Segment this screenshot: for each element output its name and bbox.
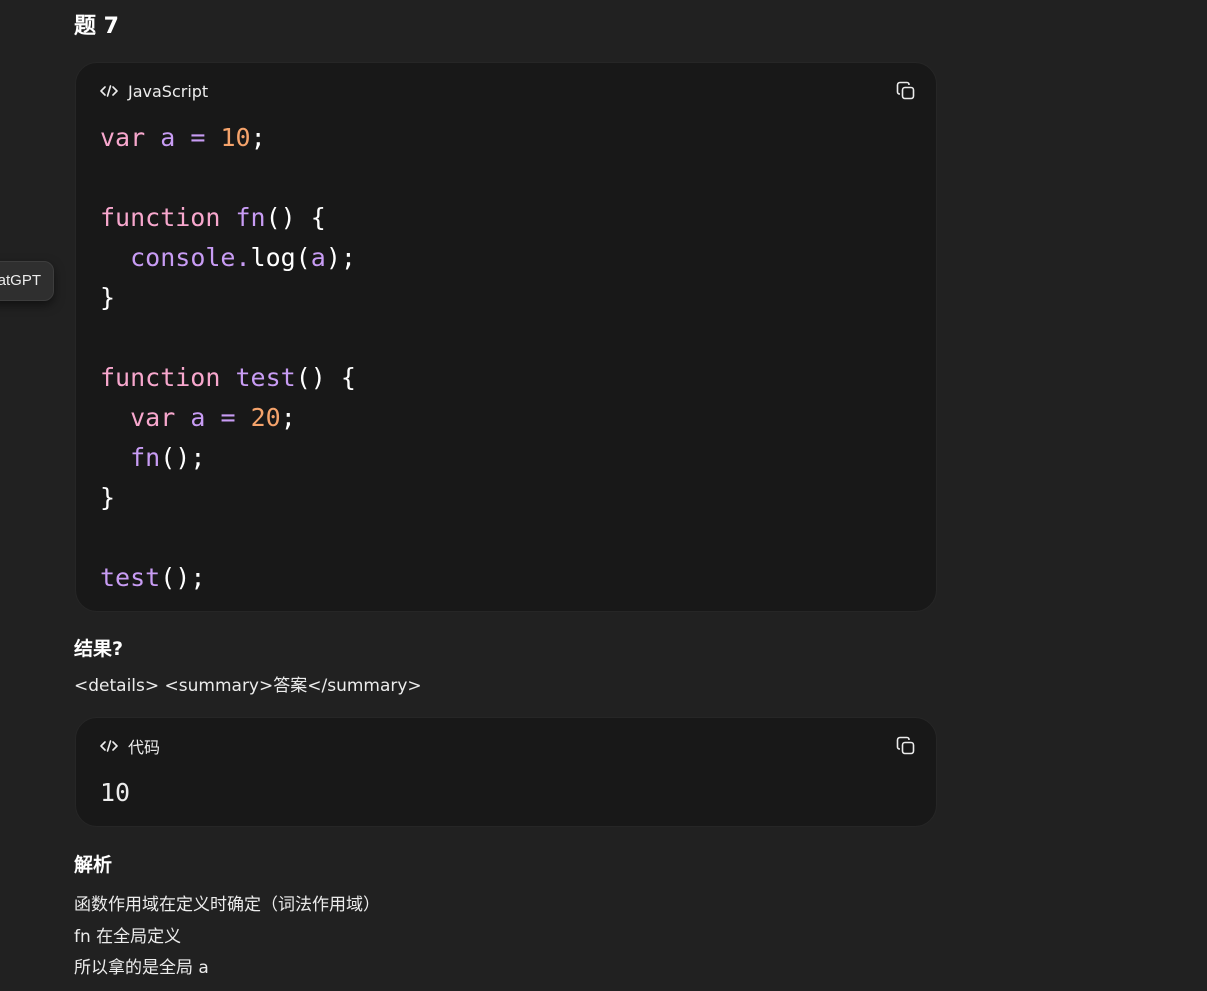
copy-icon (896, 81, 915, 100)
copy-answer-button[interactable] (894, 734, 918, 758)
code-token: a (160, 123, 176, 152)
copy-icon (896, 736, 915, 755)
code-token: } (100, 483, 116, 512)
code-token: var (130, 403, 176, 432)
code-block: JavaScript var a = 10; function fn() { co… (75, 62, 937, 612)
code-line: console.log(a); (100, 238, 356, 278)
page: 题 7 atGPT JavaScript var a = 10; function… (0, 0, 1207, 991)
code-token: log( (250, 243, 311, 272)
sidebar-tooltip: atGPT (0, 261, 54, 301)
code-token: a (190, 403, 206, 432)
result-label: 结果? (74, 638, 124, 660)
code-line: test(); (100, 558, 356, 598)
analysis-line: 所以拿的是全局 a (74, 958, 209, 978)
code-token: () { (295, 363, 356, 392)
code-token: 20 (250, 403, 281, 432)
code-line: var a = 20; (100, 398, 356, 438)
code-language-label: JavaScript (128, 81, 209, 101)
code-icon (100, 738, 120, 754)
code-token: = (220, 403, 236, 432)
code-token: ; (280, 403, 296, 432)
code-token: ; (250, 123, 266, 152)
code-token: test (235, 363, 296, 392)
code-line: function fn() { (100, 198, 356, 238)
code-line: } (100, 278, 356, 318)
code-token: function (100, 203, 221, 232)
analysis-line: fn 在全局定义 (74, 927, 182, 947)
code-token: ); (325, 243, 356, 272)
code-line: var a = 10; (100, 118, 356, 158)
answer-language-label: 代码 (128, 738, 161, 757)
code-token: (); (160, 443, 206, 472)
code-token: } (100, 283, 116, 312)
analysis-line: 函数作用域在定义时确定（词法作用域） (74, 895, 380, 915)
analysis-label: 解析 (74, 854, 113, 876)
question-title: 题 7 (74, 14, 119, 39)
code-line: } (100, 478, 356, 518)
code-token: 10 (220, 123, 251, 152)
code-token: var (100, 123, 146, 152)
answer-output: 10 (100, 778, 131, 807)
answer-code-block: 代码 10 (75, 717, 937, 827)
code-line: function test() { (100, 358, 356, 398)
details-text: <details> <summary>答案</summary> (74, 676, 422, 696)
copy-code-button[interactable] (894, 79, 918, 103)
code-token: fn (130, 443, 161, 472)
code-block-header: JavaScript (100, 79, 918, 103)
code-token: () { (265, 203, 326, 232)
code-token: console. (130, 243, 251, 272)
answer-block-header: 代码 (100, 734, 918, 758)
code-token: = (190, 123, 206, 152)
code-token: (); (160, 563, 206, 592)
code-line: fn(); (100, 438, 356, 478)
code-content: var a = 10; function fn() { console.log(a… (100, 118, 356, 598)
code-token: a (310, 243, 326, 272)
code-token: function (100, 363, 221, 392)
code-icon (100, 83, 120, 99)
code-token: fn (235, 203, 266, 232)
code-token: test (100, 563, 161, 592)
